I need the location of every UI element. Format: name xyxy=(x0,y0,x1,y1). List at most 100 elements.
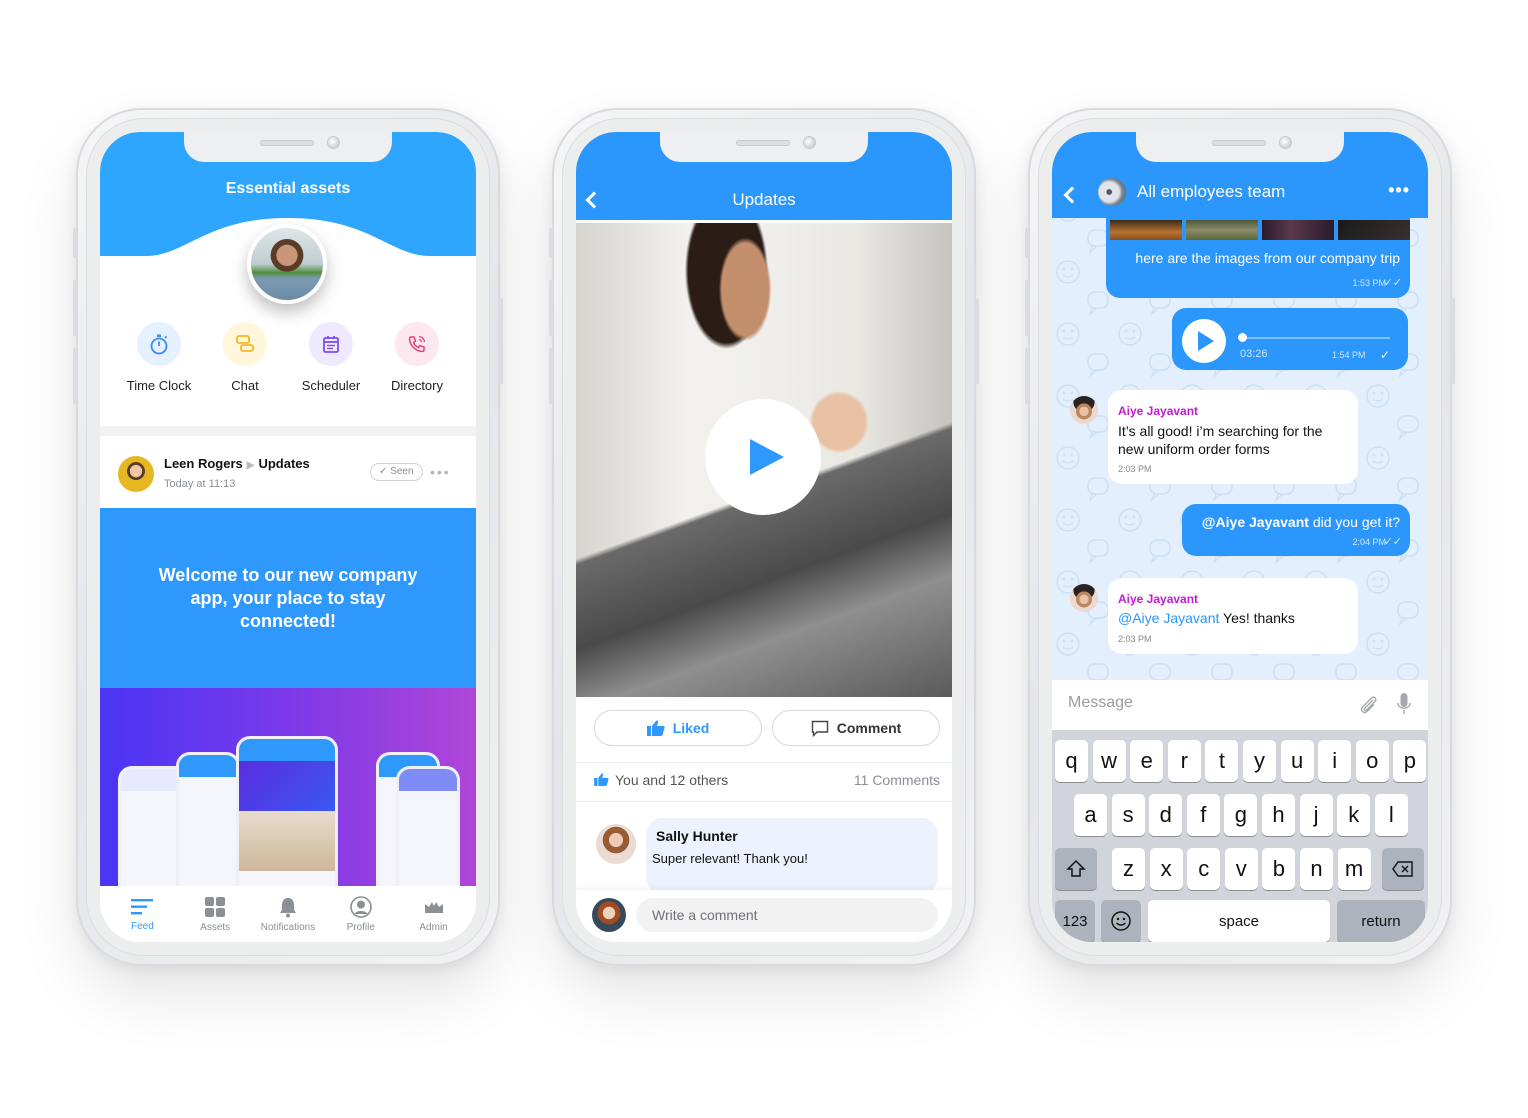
asset-chat[interactable]: Chat xyxy=(203,322,287,393)
divider xyxy=(576,762,952,763)
trip-photo[interactable] xyxy=(1338,220,1410,240)
key-t[interactable]: t xyxy=(1205,740,1239,782)
message-text: @Aiye Jayavant Yes! thanks xyxy=(1118,610,1295,626)
key-w[interactable]: w xyxy=(1092,740,1126,782)
voice-play-button[interactable] xyxy=(1182,319,1226,363)
trip-photo[interactable] xyxy=(1262,220,1334,240)
play-icon xyxy=(750,439,784,475)
post-stats: You and 12 others 11 Comments xyxy=(594,772,940,792)
key-z[interactable]: z xyxy=(1112,848,1145,890)
shift-key[interactable] xyxy=(1055,848,1097,890)
mention[interactable]: @Aiye Jayavant xyxy=(1202,514,1309,530)
more-options-icon[interactable]: ••• xyxy=(1388,180,1410,201)
key-e[interactable]: e xyxy=(1130,740,1164,782)
photo-strip xyxy=(1110,220,1410,240)
sender-avatar[interactable] xyxy=(1070,584,1098,612)
asset-time-clock[interactable]: Time Clock xyxy=(117,322,201,393)
side-button xyxy=(73,280,77,336)
tab-label: Assets xyxy=(200,921,231,933)
author-avatar[interactable] xyxy=(118,456,154,492)
key-v[interactable]: v xyxy=(1224,848,1258,890)
key-g[interactable]: g xyxy=(1224,794,1258,836)
return-key[interactable]: return xyxy=(1337,900,1425,942)
tab-profile[interactable]: Profile xyxy=(325,895,397,933)
trip-photo[interactable] xyxy=(1186,220,1258,240)
comment-author: Sally Hunter xyxy=(656,828,738,844)
key-c[interactable]: c xyxy=(1187,848,1221,890)
key-y[interactable]: y xyxy=(1243,740,1276,782)
message-text: @Aiye Jayavant did you get it? xyxy=(1202,514,1400,530)
key-i[interactable]: i xyxy=(1318,740,1352,782)
key-f[interactable]: f xyxy=(1186,794,1220,836)
tab-feed[interactable]: Feed xyxy=(106,897,178,932)
page-title: Essential assets xyxy=(225,180,351,197)
group-avatar[interactable] xyxy=(1098,178,1126,206)
asset-shortcuts: Time Clock Chat Scheduler Directory xyxy=(100,322,476,393)
comment-bubble: Sally Hunter Super relevant! Thank you! xyxy=(646,818,938,894)
user-avatar xyxy=(592,898,626,932)
side-button xyxy=(975,298,979,384)
key-o[interactable]: o xyxy=(1355,740,1389,782)
message-incoming[interactable]: Aiye Jayavant It’s all good! i’m searchi… xyxy=(1108,390,1358,484)
key-x[interactable]: x xyxy=(1149,848,1183,890)
key-j[interactable]: j xyxy=(1299,794,1333,836)
key-d[interactable]: d xyxy=(1149,794,1183,836)
space-key[interactable]: space xyxy=(1148,900,1330,942)
trip-photo[interactable] xyxy=(1110,220,1182,240)
commenter-avatar[interactable] xyxy=(596,824,636,864)
comment-button[interactable]: Comment xyxy=(772,710,940,746)
voice-message[interactable]: 03:26 1:54 PM ✓ xyxy=(1172,308,1408,370)
voice-progress-handle[interactable] xyxy=(1238,333,1247,342)
key-h[interactable]: h xyxy=(1262,794,1295,836)
more-options-icon[interactable]: ••• xyxy=(430,464,451,480)
seen-badge[interactable]: ✓ Seen xyxy=(370,463,423,481)
tab-notifications[interactable]: Notifications xyxy=(252,896,324,933)
backspace-key[interactable] xyxy=(1382,848,1424,890)
side-button xyxy=(549,280,553,336)
message-input[interactable]: Message xyxy=(1068,694,1133,712)
key-k[interactable]: k xyxy=(1337,794,1371,836)
post-channel[interactable]: Updates xyxy=(258,456,309,471)
post-author[interactable]: Leen Rogers xyxy=(164,456,243,471)
comments-count[interactable]: 11 Comments xyxy=(854,772,940,792)
tab-admin[interactable]: Admin xyxy=(398,896,470,933)
sender-avatar[interactable] xyxy=(1070,396,1098,424)
profile-icon xyxy=(349,895,372,918)
tab-label: Profile xyxy=(346,921,375,933)
message-time: 2:03 PM xyxy=(1118,634,1152,644)
comment-input[interactable]: Write a comment xyxy=(636,898,938,932)
key-b[interactable]: b xyxy=(1262,848,1296,890)
bell-icon xyxy=(279,897,296,917)
play-button[interactable] xyxy=(705,399,821,515)
paperclip-icon[interactable] xyxy=(1358,694,1380,716)
key-a[interactable]: a xyxy=(1074,794,1107,836)
screen: Updates Liked Comment You and 12 others … xyxy=(576,132,952,942)
likes-summary[interactable]: You and 12 others xyxy=(594,772,728,792)
key-s[interactable]: s xyxy=(1111,794,1145,836)
tab-assets[interactable]: Assets xyxy=(179,896,251,933)
liked-button[interactable]: Liked xyxy=(594,710,762,746)
key-p[interactable]: p xyxy=(1393,740,1427,782)
key-n[interactable]: n xyxy=(1300,848,1333,890)
microphone-icon[interactable] xyxy=(1396,692,1412,716)
chat-title[interactable]: All employees team xyxy=(1137,182,1285,202)
mini-phone xyxy=(176,752,240,894)
double-check-icon: ✓✓ xyxy=(1383,536,1402,548)
asset-scheduler[interactable]: Scheduler xyxy=(289,322,373,393)
back-chevron-icon[interactable] xyxy=(1063,186,1081,204)
key-l[interactable]: l xyxy=(1374,794,1408,836)
message-incoming[interactable]: Aiye Jayavant @Aiye Jayavant Yes! thanks… xyxy=(1108,578,1358,654)
liked-label: Liked xyxy=(672,720,710,736)
emoji-key[interactable] xyxy=(1101,900,1141,942)
message-outgoing[interactable]: @Aiye Jayavant did you get it? 2:04 PM ✓… xyxy=(1182,504,1410,556)
asset-directory[interactable]: Directory xyxy=(375,322,459,393)
key-r[interactable]: r xyxy=(1167,740,1201,782)
video-player[interactable] xyxy=(576,223,952,697)
key-m[interactable]: m xyxy=(1337,848,1371,890)
profile-avatar[interactable] xyxy=(247,224,327,304)
key-q[interactable]: q xyxy=(1055,740,1088,782)
voice-progress-track[interactable] xyxy=(1240,337,1390,339)
key-u[interactable]: u xyxy=(1280,740,1314,782)
mention[interactable]: @Aiye Jayavant xyxy=(1118,610,1219,626)
numbers-key[interactable]: 123 xyxy=(1055,900,1095,942)
